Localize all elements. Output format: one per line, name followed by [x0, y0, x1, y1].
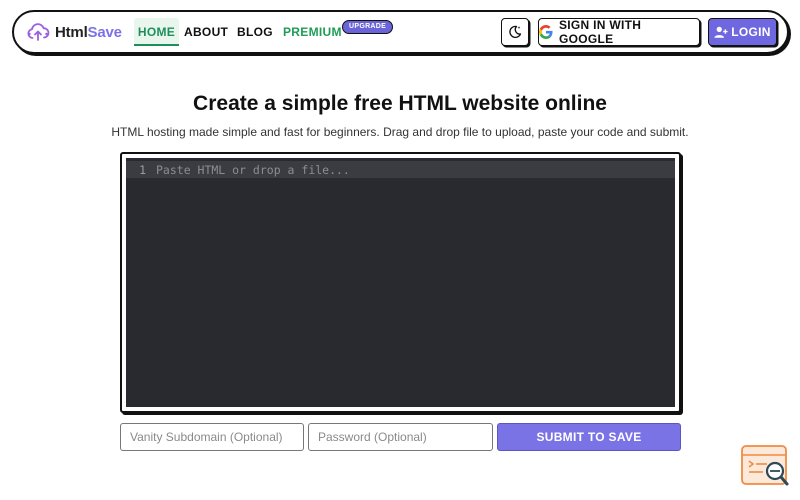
brand-name: HtmlSave: [55, 24, 122, 41]
vanity-subdomain-input[interactable]: [120, 423, 304, 451]
page-title: Create a simple free HTML website online: [193, 92, 607, 115]
login-label: LOGIN: [731, 25, 771, 39]
brand-name-part2: Save: [87, 23, 122, 41]
google-signin-label: SIGN IN WITH GOOGLE: [558, 18, 642, 46]
theme-toggle-button[interactable]: [501, 18, 529, 46]
google-signin-button[interactable]: SIGN IN WITH GOOGLE: [538, 18, 700, 46]
password-input[interactable]: [308, 423, 493, 451]
nav-about[interactable]: ABOUT: [184, 18, 228, 46]
brand-name-part1: Html: [55, 23, 88, 41]
code-editor[interactable]: 1 Paste HTML or drop a file...: [126, 158, 675, 407]
submit-button[interactable]: SUBMIT TO SAVE: [497, 423, 681, 451]
editor-active-line[interactable]: 1 Paste HTML or drop a file...: [126, 161, 675, 178]
nav-premium[interactable]: PREMIUM: [283, 18, 342, 46]
moon-icon: [509, 25, 522, 38]
upgrade-badge[interactable]: UPGRADE: [342, 20, 394, 34]
add-user-icon: [714, 26, 728, 38]
page-subtitle: HTML hosting made simple and fast for be…: [111, 125, 689, 139]
line-number: 1: [139, 162, 146, 177]
login-button[interactable]: LOGIN: [708, 18, 777, 46]
code-editor-frame: 1 Paste HTML or drop a file...: [120, 152, 681, 413]
navbar: HtmlSave HOME ABOUT BLOG PREMIUM UPGRADE…: [12, 10, 789, 54]
nav-blog[interactable]: BLOG: [237, 18, 273, 46]
google-icon: [539, 25, 553, 39]
cloud-upload-icon: [27, 23, 50, 41]
search-code-icon: [741, 445, 789, 486]
brand-logo[interactable]: HtmlSave: [26, 20, 122, 44]
feedback-widget[interactable]: [741, 444, 791, 490]
editor-placeholder: Paste HTML or drop a file...: [156, 162, 350, 177]
nav-home[interactable]: HOME: [134, 18, 179, 46]
